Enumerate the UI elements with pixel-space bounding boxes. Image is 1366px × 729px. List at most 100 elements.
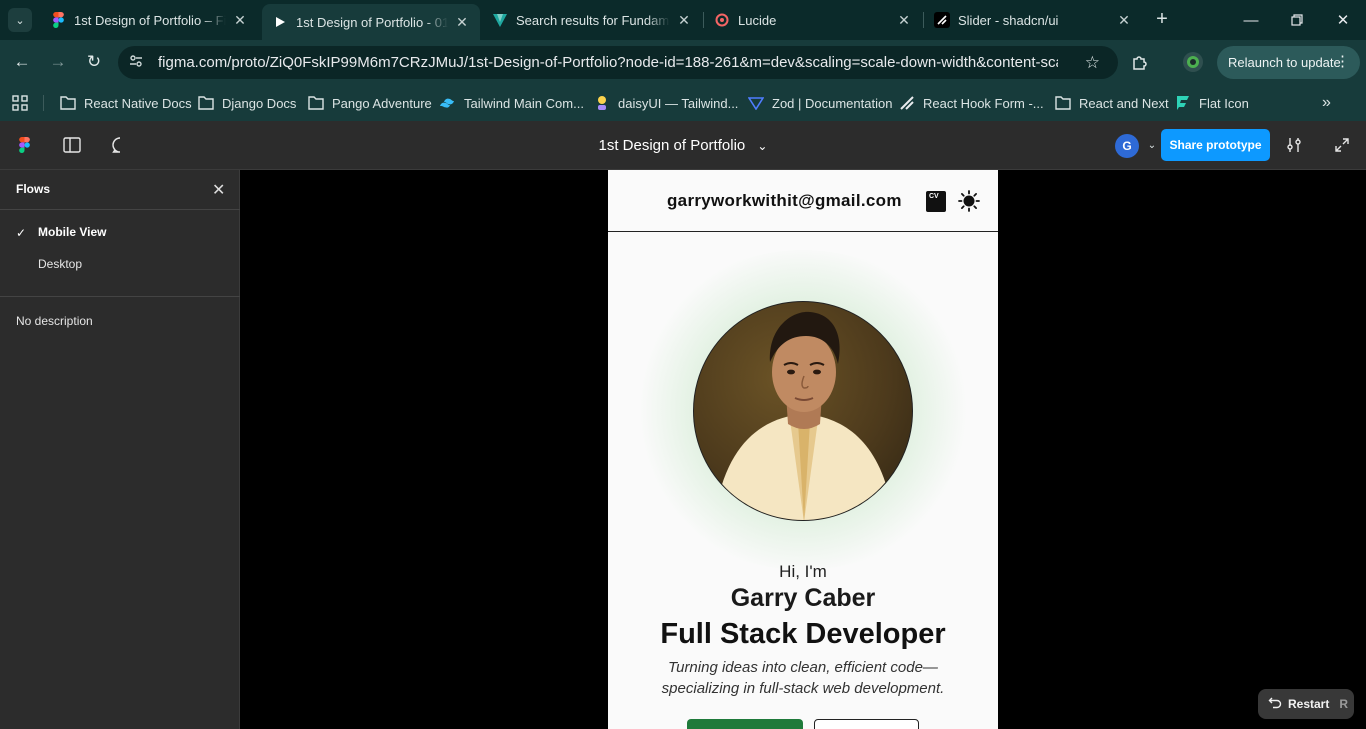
profile-photo xyxy=(693,301,913,521)
cv-label: CV xyxy=(929,193,939,200)
restart-undo-icon xyxy=(1268,696,1282,713)
settings-sliders-icon[interactable] xyxy=(1282,133,1306,157)
tailwind-icon xyxy=(440,95,456,111)
react-hook-form-icon xyxy=(899,95,915,111)
back-arrow-icon[interactable]: ← xyxy=(10,50,34,74)
greeting-text: Hi, I'm xyxy=(779,562,827,581)
portfolio-header: garryworkwithit@gmail.com CV xyxy=(608,170,998,232)
panel-divider xyxy=(0,209,240,210)
tab-figma-editor[interactable]: 1st Design of Portfolio – Figma ✕ xyxy=(40,4,258,36)
bookmark-flat-icon[interactable]: Flat Icon xyxy=(1175,93,1249,113)
browser-tab-strip: ⌄ 1st Design of Portfolio – Figma ✕ 1st … xyxy=(0,0,1366,40)
browser-toolbar: ← → ↻ figma.com/proto/ZiQ0FskIP99M6m7CRz… xyxy=(0,40,1366,84)
bookmark-star-icon[interactable]: ☆ xyxy=(1085,53,1100,73)
bookmark-zod[interactable]: Zod | Documentation xyxy=(748,93,892,113)
secondary-cta-button[interactable] xyxy=(814,719,919,729)
reload-icon[interactable]: ↻ xyxy=(82,50,106,74)
tab-shadcn-slider[interactable]: Slider - shadcn/ui ✕ xyxy=(924,4,1142,36)
share-prototype-button[interactable]: Share prototype xyxy=(1161,129,1270,161)
restart-prototype-button[interactable]: Restart R xyxy=(1258,689,1354,719)
panel-divider xyxy=(0,296,240,297)
developer-name: Garry Caber xyxy=(730,584,876,612)
zod-icon xyxy=(748,95,764,111)
site-settings-icon[interactable] xyxy=(128,53,148,72)
new-tab-plus-icon[interactable]: + xyxy=(1150,8,1174,32)
flow-item-mobile-view[interactable]: Mobile View xyxy=(38,225,106,239)
bookmark-pango-adventure[interactable]: Pango Adventure xyxy=(308,93,432,113)
bookmark-label: Flat Icon xyxy=(1199,95,1249,111)
lucide-icon xyxy=(714,12,730,28)
bookmark-label: daisyUI — Tailwind... xyxy=(618,95,739,111)
bookmark-react-and-next[interactable]: React and Next xyxy=(1055,93,1169,113)
minimize-icon[interactable]: — xyxy=(1228,0,1274,40)
flaticon-icon xyxy=(1175,95,1191,111)
chevron-down-icon: ⌄ xyxy=(757,139,768,153)
tab-title: Lucide xyxy=(738,12,777,28)
play-icon xyxy=(272,14,288,30)
close-icon[interactable]: ✕ xyxy=(454,14,470,31)
user-avatar[interactable]: G xyxy=(1115,134,1139,158)
fullscreen-expand-icon[interactable] xyxy=(1330,133,1354,157)
daisyui-icon xyxy=(594,95,610,111)
tab-search-results[interactable]: Search results for Fundamentals ✕ xyxy=(482,4,702,36)
flow-item-desktop[interactable]: Desktop xyxy=(38,257,82,271)
profile-avatar-icon[interactable] xyxy=(1181,50,1205,74)
close-icon[interactable]: ✕ xyxy=(676,12,692,29)
bookmark-label: React Hook Form -... xyxy=(923,95,1044,111)
comment-icon[interactable] xyxy=(108,133,132,157)
panel-heading: Flows xyxy=(16,182,51,196)
close-icon[interactable]: ✕ xyxy=(1116,12,1132,29)
close-icon[interactable]: ✕ xyxy=(232,12,248,29)
bookmarks-overflow-chevron-icon[interactable]: » xyxy=(1322,93,1331,113)
figma-logo-icon[interactable] xyxy=(12,133,36,157)
folder-icon xyxy=(308,95,324,111)
mobile-view-frame: garryworkwithit@gmail.com CV Hi, I'm Gar… xyxy=(608,170,998,729)
cv-download-icon[interactable]: CV xyxy=(926,191,946,212)
tagline-line-1: Turning ideas into clean, efficient code… xyxy=(668,659,938,676)
restore-window-icon[interactable] xyxy=(1274,0,1320,40)
restart-shortcut-key: R xyxy=(1339,697,1349,711)
developer-role: Full Stack Developer xyxy=(660,618,946,650)
restart-label: Restart xyxy=(1288,697,1330,711)
bookmark-tailwind[interactable]: Tailwind Main Com... xyxy=(440,93,584,113)
tab-figma-prototype[interactable]: 1st Design of Portfolio - 01.0 ✕ xyxy=(262,4,480,40)
tagline-line-2: specializing in full-stack web developme… xyxy=(661,680,945,697)
flow-description: No description xyxy=(16,314,93,328)
close-window-icon[interactable]: ✕ xyxy=(1320,0,1366,40)
close-icon[interactable]: ✕ xyxy=(896,12,912,29)
bookmark-label: Tailwind Main Com... xyxy=(464,95,584,111)
folder-icon xyxy=(198,95,214,111)
shadcn-icon xyxy=(934,12,950,28)
bookmark-separator xyxy=(43,95,44,111)
bookmark-daisyui[interactable]: daisyUI — Tailwind... xyxy=(594,93,738,113)
extensions-puzzle-icon[interactable] xyxy=(1128,50,1152,74)
bookmark-label: React and Next xyxy=(1079,95,1169,111)
more-vertical-icon[interactable]: ⋮ xyxy=(1335,52,1350,70)
tab-search-button[interactable]: ⌄ xyxy=(8,8,32,32)
bookmark-label: Django Docs xyxy=(222,95,297,111)
close-icon[interactable]: ✕ xyxy=(212,180,225,200)
figma-prototype-toolbar: 1st Design of Portfolio ⌄ G ⌄ Share prot… xyxy=(0,121,1366,170)
relaunch-label: Relaunch to update xyxy=(1228,55,1341,70)
tab-title: Slider - shadcn/ui xyxy=(958,12,1059,28)
email-link[interactable]: garryworkwithit@gmail.com xyxy=(667,191,902,211)
tab-lucide[interactable]: Lucide ✕ xyxy=(704,4,922,36)
flows-panel: Flows ✕ ✓ Mobile View Desktop No descrip… xyxy=(0,170,240,729)
url-text[interactable]: figma.com/proto/ZiQ0FskIP99M6m7CRzJMuJ/1… xyxy=(158,54,1058,71)
relaunch-to-update-button[interactable]: Relaunch to update ⋮ xyxy=(1217,46,1360,79)
bookmark-label: Pango Adventure xyxy=(332,95,432,111)
tab-title: Search results for Fundamentals xyxy=(516,12,670,28)
tab-title: 1st Design of Portfolio – Figma xyxy=(74,12,226,28)
apps-grid-icon[interactable] xyxy=(12,93,28,113)
bookmark-react-native-docs[interactable]: React Native Docs xyxy=(60,93,192,113)
file-title: 1st Design of Portfolio xyxy=(598,137,746,154)
forward-arrow-icon[interactable]: → xyxy=(46,50,70,74)
primary-cta-button[interactable] xyxy=(687,719,803,729)
sidebar-toggle-icon[interactable] xyxy=(60,133,84,157)
bookmark-react-hook-form[interactable]: React Hook Form -... xyxy=(899,93,1044,113)
address-bar[interactable]: figma.com/proto/ZiQ0FskIP99M6m7CRzJMuJ/1… xyxy=(118,46,1118,79)
theme-toggle-sun-icon[interactable] xyxy=(958,190,980,212)
prototype-canvas: garryworkwithit@gmail.com CV Hi, I'm Gar… xyxy=(241,170,1366,729)
bookmark-label: Zod | Documentation xyxy=(772,95,893,111)
bookmark-django-docs[interactable]: Django Docs xyxy=(198,93,296,113)
